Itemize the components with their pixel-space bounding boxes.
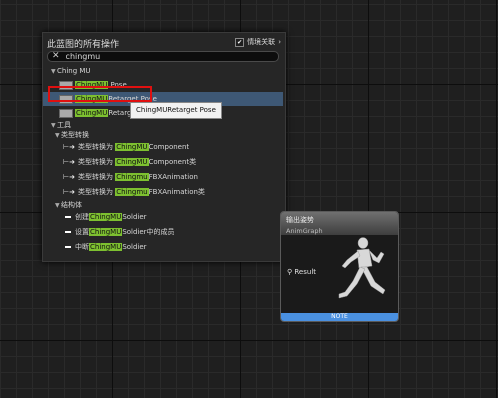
struct-icon [65, 216, 71, 218]
node-title: 输出姿势 [286, 216, 314, 224]
list-item-cast[interactable]: ⊢➜ 类型转换为 ChingMUComponent [43, 140, 283, 155]
texture-icon [59, 108, 73, 118]
search-input[interactable] [65, 52, 266, 61]
context-checkbox[interactable]: ✔ [235, 37, 245, 47]
node-header[interactable]: 输出姿势 AnimGraph [281, 212, 398, 235]
running-mannequin-icon [338, 237, 386, 299]
struct-icon [65, 246, 71, 248]
tooltip: ChingMURetarget Pose [130, 102, 222, 119]
note-bar: NOTE [281, 313, 398, 321]
output-pose-node[interactable]: 输出姿势 AnimGraph ⚲ Result NOTE [280, 211, 399, 322]
pose-pin-icon[interactable]: ⚲ [287, 268, 292, 276]
list-item-struct[interactable]: 设置ChingMUSoldier中的成员 [43, 225, 283, 240]
list-item-cast[interactable]: ⊢➜ 类型转换为 ChingMUComponent类 [43, 155, 283, 170]
clear-search-icon[interactable]: ✕ [52, 52, 60, 61]
list-item-struct[interactable]: 中断ChingMUSoldier [43, 240, 283, 255]
list-item-struct[interactable]: 创建ChingMUSoldier [43, 210, 283, 225]
cast-arrow-icon: ⊢➜ [63, 143, 75, 151]
cast-arrow-icon: ⊢➜ [63, 158, 75, 166]
chevron-right-icon: › [278, 38, 281, 46]
action-menu: 此蓝图的所有操作 ✔ 情境关联 › ✕ ▼Ching MU ChingMU Po… [42, 32, 286, 262]
selection-annotation-box [48, 86, 152, 102]
context-sensitive-toggle[interactable]: ✔ 情境关联 › [235, 37, 281, 47]
result-label: Result [294, 268, 317, 276]
category-chingmu[interactable]: ▼Ching MU [43, 64, 283, 78]
list-item-cast[interactable]: ⊢➜ 类型转换为 ChingmuFBXAnimation类 [43, 185, 283, 200]
struct-icon [65, 231, 71, 233]
list-item-cast[interactable]: ⊢➜ 类型转换为 ChingmuFBXAnimation [43, 170, 283, 185]
menu-title: 此蓝图的所有操作 [47, 40, 120, 50]
cast-arrow-icon: ⊢➜ [63, 188, 75, 196]
cast-arrow-icon: ⊢➜ [63, 173, 75, 181]
result-pin[interactable]: ⚲ Result [287, 268, 316, 276]
search-box[interactable]: ✕ [47, 51, 279, 62]
node-subtitle: AnimGraph [286, 227, 323, 235]
category-tools[interactable]: ▼工具 [43, 120, 283, 130]
context-label: 情境关联 [247, 38, 276, 46]
category-struct[interactable]: ▼结构体 [43, 200, 283, 210]
category-cast[interactable]: ▼类型转换 [43, 130, 283, 140]
